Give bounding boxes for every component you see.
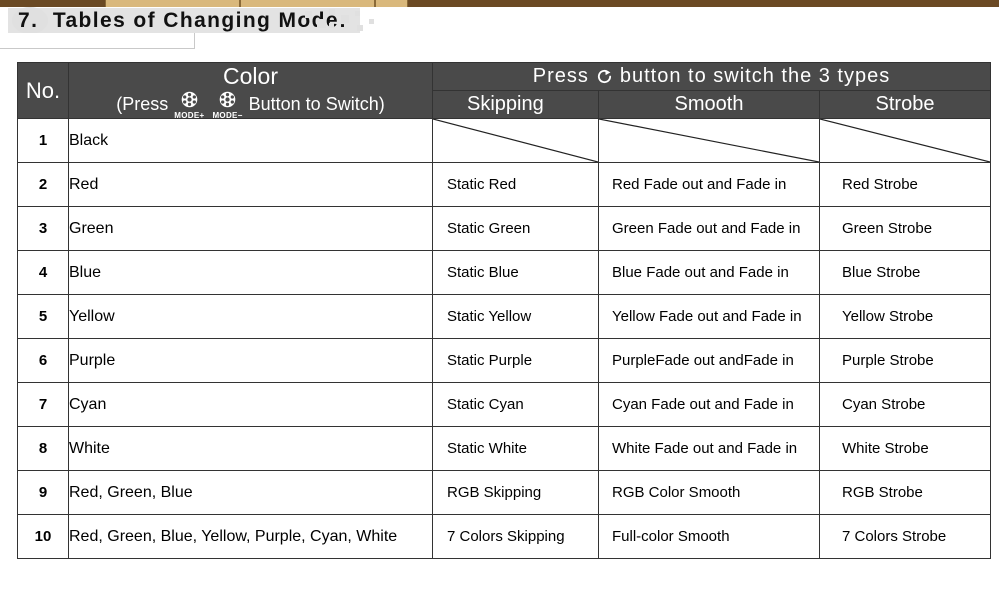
diagonal-strike-icon xyxy=(599,119,819,162)
heading-underbox xyxy=(0,33,195,49)
cell-color: Red, Green, Blue xyxy=(68,470,433,515)
table-row: 6 Purple Static Purple PurpleFade out an… xyxy=(17,338,991,383)
cell-strobe: Cyan Strobe xyxy=(819,382,991,427)
cell-smooth: Yellow Fade out and Fade in xyxy=(598,294,820,339)
cell-no: 5 xyxy=(17,294,69,339)
table-row: 4 Blue Static Blue Blue Fade out and Fad… xyxy=(17,250,991,295)
column-header-no: No. xyxy=(17,62,69,119)
cell-color: Yellow xyxy=(68,294,433,339)
cell-smooth: RGB Color Smooth xyxy=(598,470,820,515)
cell-skipping: Static Red xyxy=(432,162,599,207)
changing-mode-table: No. Color (Press MODE+ MODE− Button to S… xyxy=(17,62,991,559)
table-row: 7 Cyan Static Cyan Cyan Fade out and Fad… xyxy=(17,382,991,427)
heading-number: 7. xyxy=(18,9,39,32)
table-row: 1 Black xyxy=(17,118,991,163)
cell-smooth: Blue Fade out and Fade in xyxy=(598,250,820,295)
column-header-color: Color (Press MODE+ MODE− Button to Switc… xyxy=(68,62,433,120)
cell-smooth: PurpleFade out andFade in xyxy=(598,338,820,383)
cell-skipping: Static Yellow xyxy=(432,294,599,339)
cell-strobe: Yellow Strobe xyxy=(819,294,991,339)
cell-color: Blue xyxy=(68,250,433,295)
diagonal-strike-icon xyxy=(433,119,598,162)
cell-strobe: 7 Colors Strobe xyxy=(819,514,991,559)
cell-smooth: Full-color Smooth xyxy=(598,514,820,559)
section-heading: 7. Tables of Changing Mode: xyxy=(0,5,420,49)
pixel-decoration xyxy=(305,9,385,35)
cell-skipping: Static Green xyxy=(432,206,599,251)
cell-strobe: RGB Strobe xyxy=(819,470,991,515)
mode-minus-button[interactable]: MODE− xyxy=(212,91,242,120)
cell-strobe: Green Strobe xyxy=(819,206,991,251)
color-header-subtitle: (Press MODE+ MODE− Button to Switch) xyxy=(69,89,432,120)
table-row: 10 Red, Green, Blue, Yellow, Purple, Cya… xyxy=(17,514,991,559)
column-header-strobe: Strobe xyxy=(819,90,991,119)
cell-no: 8 xyxy=(17,426,69,471)
cell-color: Cyan xyxy=(68,382,433,427)
mode-plus-caption: MODE+ xyxy=(174,111,205,120)
table-header-row-1: No. Color (Press MODE+ MODE− Button to S… xyxy=(17,62,991,120)
color-header-sub-prefix: (Press xyxy=(116,93,169,114)
column-header-skipping: Skipping xyxy=(432,90,599,119)
cell-smooth: Cyan Fade out and Fade in xyxy=(598,382,820,427)
cell-strobe: Purple Strobe xyxy=(819,338,991,383)
cell-no: 7 xyxy=(17,382,69,427)
cell-color: Purple xyxy=(68,338,433,383)
cell-no: 6 xyxy=(17,338,69,383)
cell-smooth-empty xyxy=(598,118,820,163)
cell-skipping-empty xyxy=(432,118,599,163)
film-reel-icon xyxy=(219,91,236,111)
cell-strobe-empty xyxy=(819,118,991,163)
table-row: 3 Green Static Green Green Fade out and … xyxy=(17,206,991,251)
cell-smooth: Green Fade out and Fade in xyxy=(598,206,820,251)
film-reel-icon xyxy=(181,91,198,111)
table-row: 8 White Static White White Fade out and … xyxy=(17,426,991,471)
table-row: 2 Red Static Red Red Fade out and Fade i… xyxy=(17,162,991,207)
cell-skipping: RGB Skipping xyxy=(432,470,599,515)
cell-smooth: Red Fade out and Fade in xyxy=(598,162,820,207)
press-instruction-line: Press button to switch the 3 types xyxy=(533,65,891,88)
cell-skipping: Static Cyan xyxy=(432,382,599,427)
cell-no: 2 xyxy=(17,162,69,207)
color-header-sub-suffix: Button to Switch) xyxy=(248,93,385,114)
cell-no: 1 xyxy=(17,118,69,163)
press-suffix: button to switch the 3 types xyxy=(619,65,891,87)
cell-no: 3 xyxy=(17,206,69,251)
cell-strobe: Red Strobe xyxy=(819,162,991,207)
press-prefix: Press xyxy=(532,65,589,87)
mode-plus-button[interactable]: MODE+ xyxy=(174,91,204,120)
circular-arrow-icon xyxy=(596,65,613,88)
cell-no: 9 xyxy=(17,470,69,515)
table-header: No. Color (Press MODE+ MODE− Button to S… xyxy=(17,62,991,120)
cell-strobe: Blue Strobe xyxy=(819,250,991,295)
column-header-press-instruction: Press button to switch the 3 types xyxy=(432,62,991,91)
diagonal-strike-icon xyxy=(820,119,990,162)
cell-color: Green xyxy=(68,206,433,251)
cell-color: Red xyxy=(68,162,433,207)
cell-no: 10 xyxy=(17,514,69,559)
mode-minus-caption: MODE− xyxy=(212,111,243,120)
cell-no: 4 xyxy=(17,250,69,295)
table-body: 1 Black 2 Red Static Red Red Fade out an… xyxy=(17,118,991,559)
cell-skipping: 7 Colors Skipping xyxy=(432,514,599,559)
cell-smooth: White Fade out and Fade in xyxy=(598,426,820,471)
table-row: 9 Red, Green, Blue RGB Skipping RGB Colo… xyxy=(17,470,991,515)
cell-skipping: Static White xyxy=(432,426,599,471)
column-header-smooth: Smooth xyxy=(598,90,820,119)
cell-strobe: White Strobe xyxy=(819,426,991,471)
cell-color: Red, Green, Blue, Yellow, Purple, Cyan, … xyxy=(68,514,433,559)
page-title: 7. Tables of Changing Mode: xyxy=(18,9,347,33)
cell-skipping: Static Purple xyxy=(432,338,599,383)
cell-color: Black xyxy=(68,118,433,163)
cell-skipping: Static Blue xyxy=(432,250,599,295)
heading-text: Tables of Changing Mode: xyxy=(52,9,348,32)
table-row: 5 Yellow Static Yellow Yellow Fade out a… xyxy=(17,294,991,339)
color-header-title: Color xyxy=(223,63,278,89)
cell-color: White xyxy=(68,426,433,471)
